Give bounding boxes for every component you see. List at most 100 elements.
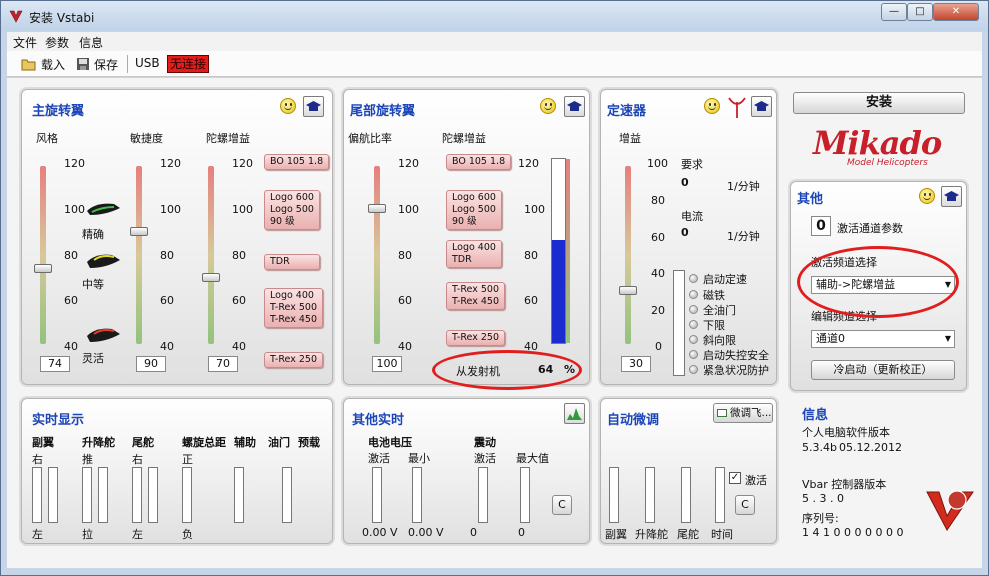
load-button[interactable]: 载入 <box>41 56 65 73</box>
heading-tick: 100 <box>398 203 419 216</box>
style-slider-track[interactable] <box>40 166 46 344</box>
graduation-cap-icon[interactable] <box>564 96 585 117</box>
gyro-value-box[interactable]: 70 <box>208 356 238 372</box>
heading-rate-label: 偏航比率 <box>348 132 392 145</box>
main-rotor-panel: 主旋转翼 风格 敏捷度 陀螺增益 120 100 80 60 40 精确 中等 … <box>21 89 333 385</box>
edit-channel-dropdown[interactable]: 通道0 ▼ <box>811 330 955 348</box>
smiley-icon <box>919 188 935 204</box>
agility-value-box[interactable]: 90 <box>136 356 166 372</box>
smiley-icon <box>704 98 720 114</box>
install-button[interactable]: 安装 <box>793 92 965 114</box>
battery-active-value: 0.00 <box>362 526 387 539</box>
governor-option: 启动失控安全 <box>703 349 769 362</box>
governor-slider-track[interactable] <box>625 166 631 344</box>
app-window: 安装 Vstabi — □ ✕ 文件 参数 信息 载入 保存 USB 无连接 主… <box>0 0 989 576</box>
toolbar: 载入 保存 USB 无连接 <box>7 51 982 77</box>
governor-tick: 80 <box>651 194 665 207</box>
status-led <box>689 274 698 283</box>
gyro-tick: 40 <box>232 340 246 353</box>
realtime-bar <box>132 467 142 523</box>
tail-gain-level <box>552 239 565 343</box>
heading-tick: 120 <box>398 157 419 170</box>
agility-slider-track[interactable] <box>136 166 142 344</box>
save-button[interactable]: 保存 <box>94 56 118 73</box>
heading-slider-thumb[interactable] <box>368 204 386 213</box>
clear-max-button[interactable]: C <box>552 495 572 515</box>
pc-version-label: 个人电脑软件版本 <box>802 426 890 439</box>
realtime-bar <box>48 467 58 523</box>
battery-min-bar <box>412 467 422 523</box>
governor-tick: 0 <box>655 340 662 353</box>
vibration-active-bar <box>478 467 488 523</box>
title-bar: 安装 Vstabi — □ ✕ <box>1 1 988 31</box>
governor-panel: 定速器 增益 100 80 60 40 20 0 30 要求 0 1/分钟 电流… <box>600 89 777 385</box>
graph-icon[interactable] <box>564 403 585 424</box>
realtime-bar <box>148 467 158 523</box>
battery-unit: V <box>436 526 444 539</box>
autotrim-bar <box>715 467 725 523</box>
governor-value-box[interactable]: 30 <box>621 356 651 372</box>
heading-slider-track[interactable] <box>374 166 380 344</box>
preset-callout: T-Rex 250 <box>264 352 323 368</box>
governor-option: 斜向限 <box>703 334 736 347</box>
style-slider-thumb[interactable] <box>34 264 52 273</box>
menu-bar: 文件 参数 信息 <box>7 32 982 51</box>
heading-value-box[interactable]: 100 <box>372 356 402 372</box>
activation-value-box[interactable]: 0 <box>811 216 831 236</box>
style-tick: 100 <box>64 203 85 216</box>
realtime-col-aileron: 副翼 <box>32 436 54 449</box>
client-area: 主旋转翼 风格 敏捷度 陀螺增益 120 100 80 60 40 精确 中等 … <box>7 78 982 568</box>
style-tick: 80 <box>64 249 78 262</box>
style-value-box[interactable]: 74 <box>40 356 70 372</box>
autotrim-bar <box>681 467 691 523</box>
cold-start-button[interactable]: 冷启动（更新校正） <box>811 360 955 380</box>
tail-rotor-panel: 尾部旋转翼 偏航比率 陀螺增益 120 100 80 60 40 100 BO … <box>343 89 590 385</box>
governor-slider-thumb[interactable] <box>619 286 637 295</box>
gyro-slider-thumb[interactable] <box>202 273 220 282</box>
tail-gyro-tick: 100 <box>524 203 545 216</box>
activation-label: 激活通道参数 <box>837 222 903 235</box>
controller-version-value: 5 . 3 . 0 <box>802 492 844 505</box>
graduation-cap-icon[interactable] <box>941 186 962 207</box>
usb-label: USB <box>135 56 160 70</box>
battery-active-bar <box>372 467 382 523</box>
gyro-slider-track[interactable] <box>208 166 214 344</box>
tail-preset-callout: BO 105 1.8 <box>446 154 512 170</box>
pc-version-value: 5.3.4b <box>802 441 837 454</box>
battery-min-value: 0.00 <box>408 526 433 539</box>
graduation-cap-icon[interactable] <box>751 96 772 117</box>
tail-preset-callout: T-Rex 250 <box>446 330 505 346</box>
realtime-col-rudder: 尾舵 <box>132 436 154 449</box>
mikado-logo: Mikado Model Helicopters <box>813 124 942 168</box>
style-label: 风格 <box>36 132 58 145</box>
status-led <box>689 335 698 344</box>
maximize-button[interactable]: □ <box>907 3 933 21</box>
autotrim-title: 自动微调 <box>607 413 660 428</box>
realtime-bar <box>234 467 244 523</box>
finetune-flight-button[interactable]: 微调飞... <box>713 403 773 423</box>
style-option-precise: 精确 <box>82 228 104 241</box>
vibration-active-value: 0 <box>470 526 477 539</box>
autotrim-active-label: 激活 <box>745 474 767 487</box>
agility-slider-thumb[interactable] <box>130 227 148 236</box>
tail-gyro-tick: 120 <box>518 157 539 170</box>
autotrim-clear-button[interactable]: C <box>735 495 755 515</box>
antenna-icon <box>728 97 746 118</box>
menu-file[interactable]: 文件 <box>13 34 37 51</box>
autotrim-active-checkbox[interactable]: ✓ <box>729 472 741 484</box>
menu-params[interactable]: 参数 <box>45 34 69 51</box>
governor-tick: 60 <box>651 231 665 244</box>
minimize-button[interactable]: — <box>881 3 907 21</box>
style-tick: 60 <box>64 294 78 307</box>
preset-callout: BO 105 1.8 <box>264 154 330 170</box>
close-button[interactable]: ✕ <box>933 3 979 21</box>
realtime-col-throttle: 油门 <box>268 436 290 449</box>
vibration-max-bar <box>520 467 530 523</box>
governor-tick: 100 <box>647 157 668 170</box>
save-disk-icon <box>77 58 89 70</box>
autotrim-col: 副翼 <box>605 528 627 541</box>
menu-info[interactable]: 信息 <box>79 34 103 51</box>
main-rotor-title: 主旋转翼 <box>32 104 85 119</box>
graduation-cap-icon[interactable] <box>303 96 324 117</box>
autotrim-bar <box>609 467 619 523</box>
